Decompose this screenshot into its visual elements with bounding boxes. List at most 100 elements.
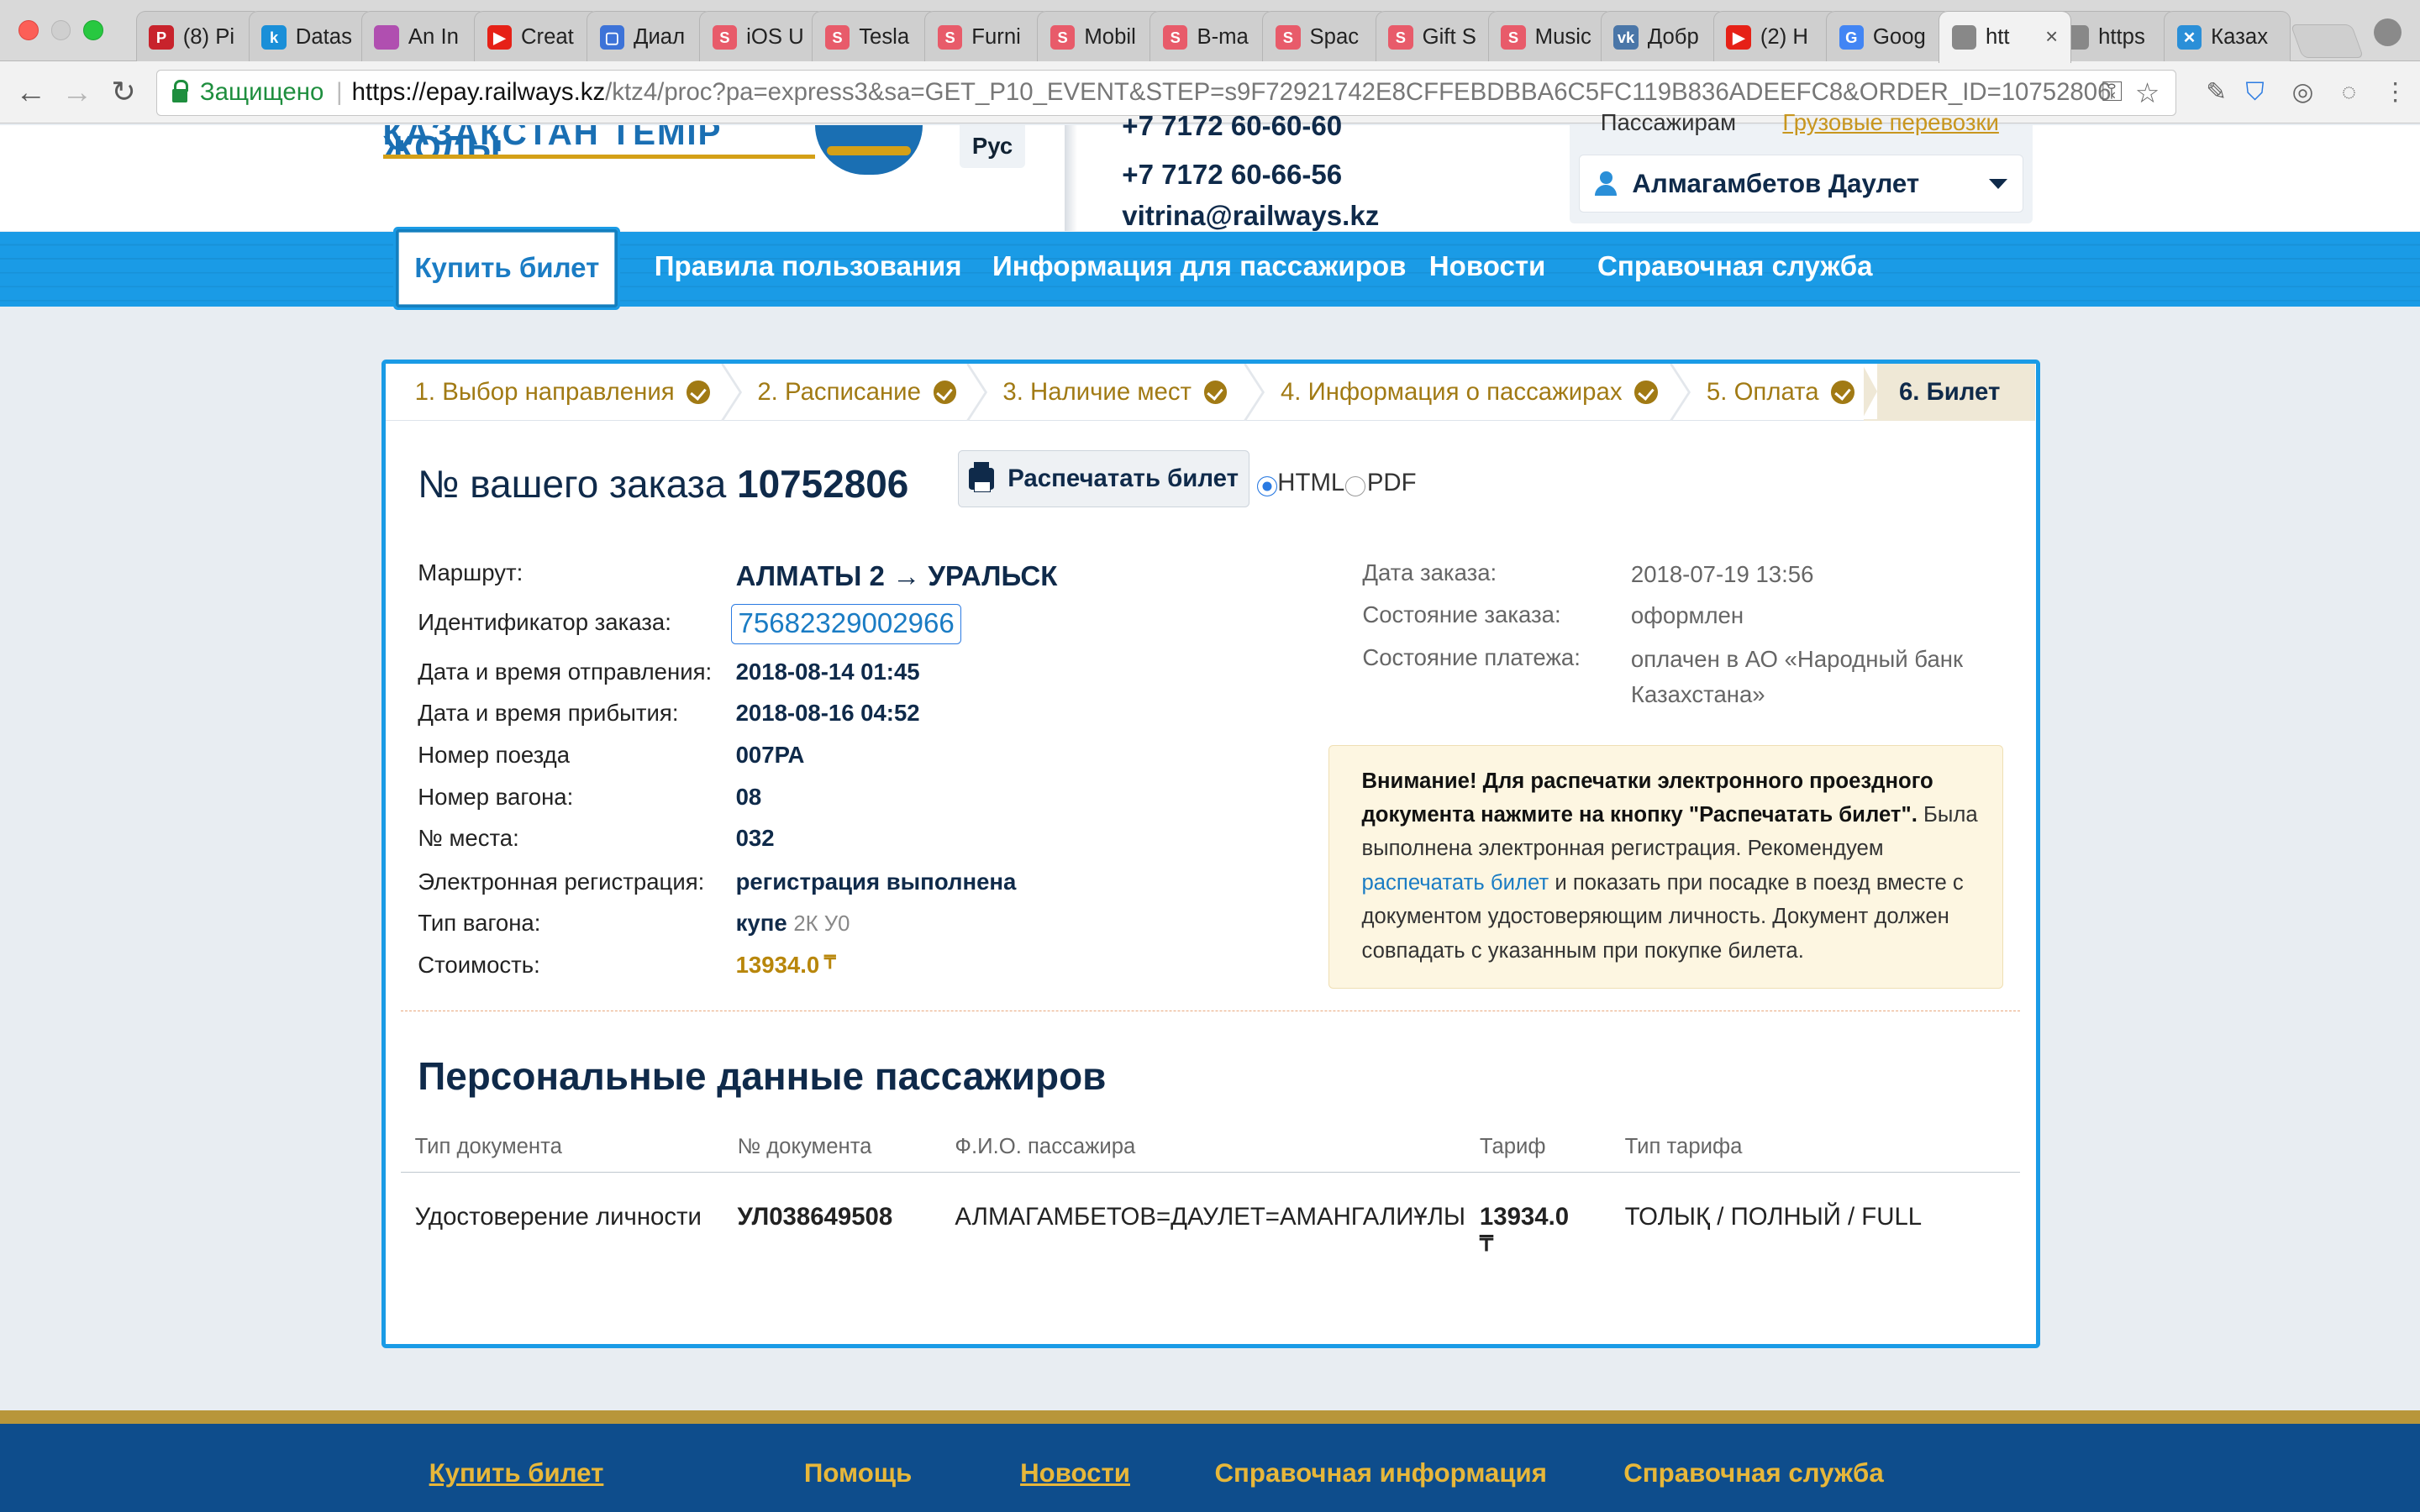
step-direction[interactable]: 1. Выбор направления xyxy=(415,364,710,421)
train-value: 007РА xyxy=(735,741,805,768)
browser-tab[interactable]: htt × xyxy=(1938,10,2071,64)
s-icon: S xyxy=(1276,24,1301,50)
format-html-label[interactable]: HTML xyxy=(1277,469,1344,497)
chevron-down-icon xyxy=(1988,178,2007,189)
browser-tab[interactable]: vk Добр xyxy=(1600,10,1728,64)
step-ticket-active[interactable]: 6. Билет xyxy=(1862,363,2036,421)
phone-2: +7 7172 60-66-56 xyxy=(1122,159,1343,191)
format-pdf-label[interactable]: PDF xyxy=(1367,469,1417,497)
order-id-value[interactable]: 75682329002966 xyxy=(731,604,962,644)
vk-icon: vk xyxy=(1613,24,1639,50)
footer-reference[interactable]: Справочная информация xyxy=(1215,1458,1547,1488)
departure-value: 2018-08-14 01:45 xyxy=(735,658,920,685)
close-tab-icon[interactable]: × xyxy=(2045,25,2058,50)
browser-tab[interactable]: An In xyxy=(360,10,488,64)
browser-tab[interactable]: S Furni xyxy=(924,10,1051,64)
car-type-label: Тип вагона: xyxy=(418,910,541,937)
footer-buy-ticket[interactable]: Купить билет xyxy=(429,1458,604,1488)
print-ticket-label: Распечатать билет xyxy=(1007,464,1239,492)
url-path: /ktz4/proc?pa=express3&sa=GET_P10_EVENT&… xyxy=(605,78,2112,107)
footer-news[interactable]: Новости xyxy=(1020,1458,1130,1488)
extension-shield-icon[interactable]: ⛉ xyxy=(2239,77,2270,108)
train-label: Номер поезда xyxy=(418,741,571,768)
s-icon: S xyxy=(824,24,850,50)
browser-tab[interactable]: S Mobil xyxy=(1037,10,1164,64)
footer-help-desk[interactable]: Справочная служба xyxy=(1623,1458,1883,1488)
contacts-block: +7 7172 60-60-60 +7 7172 60-66-56 vitrin… xyxy=(1122,113,1379,238)
s-icon: S xyxy=(937,24,963,50)
payment-state-value: оплачен в АО «Народный банк Казахстана» xyxy=(1630,645,1964,707)
browser-tab[interactable]: SiOS U xyxy=(699,10,826,64)
format-html-radio[interactable] xyxy=(1257,476,1278,496)
key-icon[interactable]: ⚿ xyxy=(2102,76,2123,108)
step-separator-icon xyxy=(1670,363,1691,421)
browser-tab[interactable]: S Gift S xyxy=(1375,10,1502,64)
back-button[interactable]: ← xyxy=(13,74,50,111)
close-window-button[interactable] xyxy=(18,19,39,40)
nav-help[interactable]: Справочная служба xyxy=(1597,251,1873,283)
cell-tariff: 13934.0 ₸ xyxy=(1480,1203,1569,1258)
gradient-circle-icon xyxy=(374,24,399,50)
format-pdf-radio[interactable] xyxy=(1345,476,1365,496)
order-date-label: Дата заказа: xyxy=(1362,559,1497,586)
nav-buy-ticket[interactable]: Купить билет xyxy=(393,227,621,311)
step-payment[interactable]: 5. Оплата xyxy=(1707,364,1854,421)
reload-button[interactable]: ↻ xyxy=(105,74,142,111)
url-host: https://epay.railways.kz xyxy=(351,78,606,107)
profile-avatar[interactable] xyxy=(2373,18,2402,47)
step-label: 1. Выбор направления xyxy=(414,377,675,406)
s-icon: S xyxy=(1163,24,1188,50)
site-logo[interactable]: ҚАЗАҚСТАН ТЕМІР ЖОЛЫ xyxy=(382,125,815,160)
nav-news[interactable]: Новости xyxy=(1429,251,1546,283)
print-ticket-button[interactable]: Распечатать билет xyxy=(958,449,1250,507)
cell-tariff-type: ТОЛЫҚ / ПОЛНЫЙ / FULL xyxy=(1624,1203,1923,1231)
step-seats[interactable]: 3. Наличие мест xyxy=(1002,364,1228,421)
extension-circle-icon[interactable]: ◎ xyxy=(2287,77,2318,108)
browser-tab[interactable]: k Datas xyxy=(248,10,376,64)
check-circle-icon xyxy=(687,381,710,404)
step-separator-icon xyxy=(720,363,742,421)
progress-steps: 1. Выбор направления 2. Расписание 3. На… xyxy=(385,363,2036,421)
tab-cargo[interactable]: Грузовые перевозки xyxy=(1782,109,1999,136)
browser-tab[interactable]: ▶ Creat xyxy=(473,10,601,64)
ticket-card: 1. Выбор направления 2. Расписание 3. На… xyxy=(381,359,2041,1349)
language-switch[interactable]: Рус xyxy=(960,124,1025,169)
browser-tab[interactable]: G Goog xyxy=(1825,10,1953,64)
car-type-code: 2К У0 xyxy=(793,912,850,937)
tenge-icon: ₸ xyxy=(1479,1232,1494,1257)
user-menu-dropdown[interactable]: Алмагамбетов Даулет xyxy=(1578,154,2023,213)
seat-label: № места: xyxy=(418,825,519,852)
departure-label: Дата и время отправления: xyxy=(418,658,713,685)
browser-tab[interactable]: S Spac xyxy=(1262,10,1390,64)
notice-print-link[interactable]: распечатать билет xyxy=(1361,871,1549,895)
step-label: 3. Наличие мест xyxy=(1002,377,1192,406)
footer-help[interactable]: Помощь xyxy=(804,1458,912,1488)
nav-rules[interactable]: Правила пользования xyxy=(655,251,962,283)
browser-tab[interactable]: P (8) Pi xyxy=(135,10,263,64)
step-passengers[interactable]: 4. Информация о пассажирах xyxy=(1281,364,1658,421)
browser-tab[interactable]: ✕ Казах xyxy=(2164,10,2291,64)
order-id-label: Идентификатор заказа: xyxy=(418,608,671,635)
browser-tab[interactable]: S B-ma xyxy=(1150,10,1276,64)
browser-tab[interactable]: S Music xyxy=(1487,10,1615,64)
step-schedule[interactable]: 2. Расписание xyxy=(757,364,957,421)
browser-tab[interactable]: ▶ (2) H xyxy=(1712,10,1840,64)
forward-button[interactable]: → xyxy=(59,74,96,111)
extension-pen-icon[interactable]: ✎ xyxy=(2201,77,2232,108)
extension-braces-icon[interactable]: ◌ xyxy=(2333,77,2365,108)
browser-tab[interactable]: S Tesla xyxy=(812,10,939,64)
ereg-label: Электронная регистрация: xyxy=(418,868,705,895)
user-panel: Пассажирам Грузовые перевозки Алмагамбет… xyxy=(1569,109,2033,224)
chrome-menu-icon[interactable]: ⋮ xyxy=(2380,77,2411,108)
cell-passenger-name: АЛМАГАМБЕТОВ=ДАУЛЕТ=АМАНГАЛИҰЛЫ xyxy=(955,1203,1466,1231)
maximize-window-button[interactable] xyxy=(83,19,104,40)
nav-passenger-info[interactable]: Информация для пассажиров xyxy=(992,251,1406,283)
browser-tab-title: Казах xyxy=(2211,25,2269,50)
bookmark-star-icon[interactable]: ☆ xyxy=(2135,76,2160,110)
cost-amount: 13934.0 xyxy=(735,951,820,978)
minimize-window-button[interactable] xyxy=(50,19,71,40)
tab-passengers[interactable]: Пассажирам xyxy=(1601,109,1736,135)
new-tab-button[interactable] xyxy=(2290,24,2365,59)
browser-tab[interactable]: ▢ Диал xyxy=(586,10,713,64)
cost-label: Стоимость: xyxy=(418,951,540,978)
